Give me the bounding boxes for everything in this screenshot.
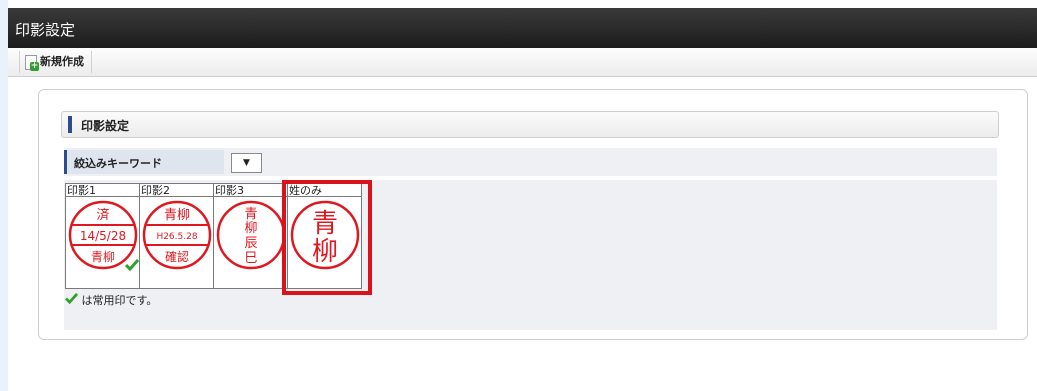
checkmark-icon	[65, 293, 79, 307]
filter-label-cell: 絞込みキーワード	[64, 150, 224, 174]
stamp-line: 巳	[244, 251, 257, 266]
stamp-line: 14/5/28	[80, 229, 126, 243]
stamp-line: 青	[312, 209, 338, 239]
filter-row: 絞込みキーワード ▼	[64, 148, 997, 176]
stamp-caption: 印影1	[66, 184, 139, 197]
stamp-line: 青柳	[164, 208, 190, 223]
stamp-line: 辰	[244, 236, 257, 251]
stamp-seal-4: 青 柳	[289, 199, 361, 271]
stamp-caption: 姓のみ	[288, 184, 361, 197]
filter-label: 絞込みキーワード	[74, 157, 162, 170]
plus-icon: +	[30, 61, 39, 71]
stamp-seal-3: 青 柳 辰 巳	[215, 199, 287, 271]
stamp-line: 青柳	[91, 250, 115, 264]
stamp-cell-4[interactable]: 姓のみ 青 柳	[288, 184, 361, 288]
new-create-label: 新規作成	[40, 55, 84, 68]
keyword-select[interactable]: ▼	[231, 153, 262, 173]
new-create-button[interactable]: + 新規作成	[19, 51, 92, 73]
stamp-line: 確認	[165, 249, 189, 264]
stamp-line: 済	[96, 207, 109, 223]
stamp-line: 柳	[244, 221, 257, 236]
stamp-caption: 印影3	[214, 184, 287, 197]
section-title: 印影設定	[81, 119, 130, 133]
stamp-caption: 印影2	[140, 184, 213, 197]
checkmark-icon	[124, 259, 140, 274]
stamp-line: H26.5.28	[156, 232, 197, 242]
chevron-down-icon: ▼	[243, 158, 250, 168]
toolbar: + 新規作成	[8, 48, 1037, 77]
stamp-line: 柳	[312, 237, 338, 267]
stamp-content-row: 印影1 済 14/5/28 青柳 印影2 青柳 H26.5.28 確認 印影3 …	[64, 180, 997, 330]
stamp-line: 青	[244, 207, 257, 222]
title-bar: 印影設定	[8, 8, 1037, 48]
stamp-seal-2: 青柳 H26.5.28 確認	[141, 199, 213, 271]
stamp-cell-3[interactable]: 印影3 青 柳 辰 巳	[214, 184, 288, 288]
settings-panel: 印影設定 絞込みキーワード ▼ 印影1 済 14/5/28 青柳 印影2 青柳 …	[38, 89, 1028, 340]
stamp-grid: 印影1 済 14/5/28 青柳 印影2 青柳 H26.5.28 確認 印影3 …	[65, 183, 362, 289]
section-header: 印影設定	[61, 111, 999, 138]
stamp-cell-1[interactable]: 印影1 済 14/5/28 青柳	[66, 184, 140, 288]
note-text: は常用印です。	[81, 294, 158, 307]
app-frame: 印影設定 + 新規作成 印影設定 絞込みキーワード ▼ 印影1 済 14/5/2…	[8, 0, 1037, 391]
common-stamp-note: は常用印です。	[65, 292, 157, 308]
stamp-cell-2[interactable]: 印影2 青柳 H26.5.28 確認	[140, 184, 214, 288]
section-accent-bar	[68, 116, 72, 133]
page-title: 印影設定	[15, 21, 76, 39]
